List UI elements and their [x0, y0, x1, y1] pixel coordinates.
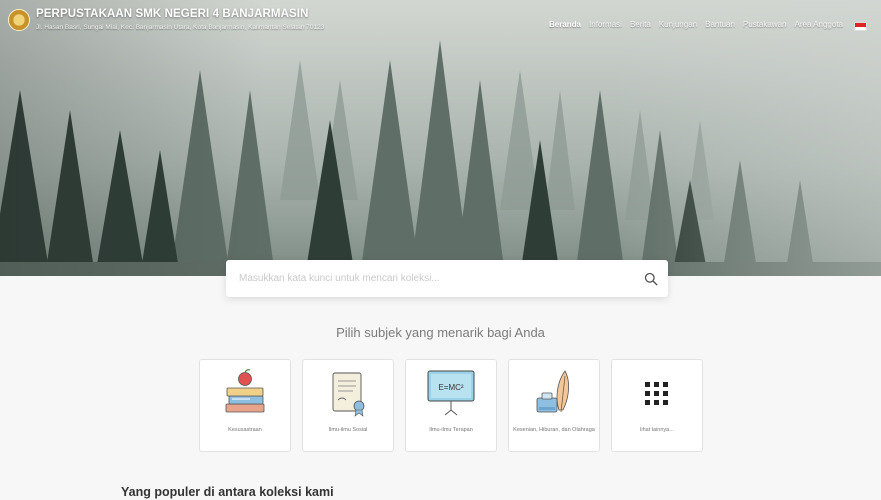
site-title[interactable]: PERPUSTAKAAN SMK NEGERI 4 BANJARMASIN	[36, 8, 308, 20]
nav-item-area-anggota[interactable]: Area Anggota	[795, 20, 843, 29]
popular-heading: Yang populer di antara koleksi kami	[121, 485, 334, 499]
blackboard-formula-icon: E=MC²	[406, 368, 496, 420]
subject-card-label: Kesenian, Hiburan, dan Olahraga	[513, 427, 595, 433]
subject-card-label: lihat lainnya...	[640, 427, 674, 433]
top-navbar: PERPUSTAKAAN SMK NEGERI 4 BANJARMASIN Jl…	[0, 0, 881, 40]
subject-card-ilmu-terapan[interactable]: E=MC² Ilmu-ilmu Terapan	[405, 359, 497, 452]
certificate-scroll-icon	[303, 368, 393, 420]
subject-card-label: Ilmu-ilmu Terapan	[429, 427, 473, 433]
svg-text:E=MC²: E=MC²	[438, 383, 463, 392]
subject-card-label: Ilmu-ilmu Sosial	[328, 427, 368, 433]
nav-item-kunjungan[interactable]: Kunjungan	[659, 20, 697, 29]
school-emblem-icon[interactable]	[8, 9, 30, 31]
search-bar	[226, 260, 668, 297]
subject-card-lihat-lainnya[interactable]: lihat lainnya...	[611, 359, 703, 452]
hero-mist-overlay	[0, 0, 881, 276]
indonesia-flag-icon[interactable]	[854, 22, 867, 31]
search-icon[interactable]	[634, 260, 668, 297]
search-input[interactable]	[226, 260, 634, 297]
subject-card-kesusastraan[interactable]: Kesusastraan	[199, 359, 291, 452]
nav-item-informasi[interactable]: Informasi	[589, 20, 622, 29]
nav-item-bantuan[interactable]: Bantuan	[705, 20, 735, 29]
books-apple-icon	[200, 368, 290, 420]
subject-card-label: Kesusastraan	[228, 427, 262, 433]
subject-card-ilmu-sosial[interactable]: Ilmu-ilmu Sosial	[302, 359, 394, 452]
main-nav: Beranda Informasi Berita Kunjungan Bantu…	[549, 20, 843, 29]
subject-card-kesenian[interactable]: Kesenian, Hiburan, dan Olahraga	[508, 359, 600, 452]
nav-item-pustakawan[interactable]: Pustakawan	[743, 20, 787, 29]
site-address: Jl. Hasan Basri, Sungai Miai, Kec. Banja…	[36, 24, 325, 31]
hero-banner: PERPUSTAKAAN SMK NEGERI 4 BANJARMASIN Jl…	[0, 0, 881, 276]
grid-dots-icon	[612, 368, 702, 420]
ink-feather-icon	[509, 368, 599, 420]
subject-cards: Kesusastraan Ilmu-ilmu Sosial E=MC² Ilmu…	[199, 359, 703, 452]
nav-item-berita[interactable]: Berita	[630, 20, 651, 29]
nav-item-beranda[interactable]: Beranda	[549, 20, 581, 29]
subjects-heading: Pilih subjek yang menarik bagi Anda	[336, 325, 545, 340]
